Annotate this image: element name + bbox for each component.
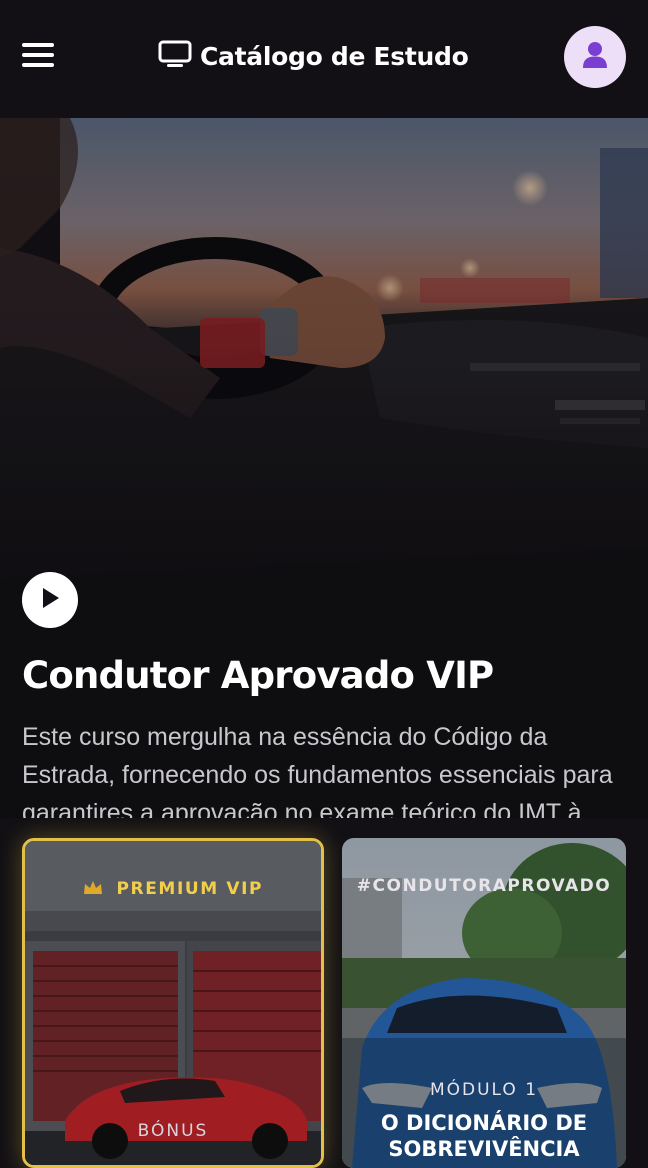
brand: Catálogo de Estudo — [158, 36, 469, 76]
play-icon — [40, 587, 60, 613]
tv-icon — [158, 40, 192, 72]
module-title: O DICIONÁRIO DE SOBREVIVÊNCIA — [380, 1111, 588, 1161]
hero-title: Condutor Aprovado VIP — [22, 654, 494, 697]
top-bar: Catálogo de Estudo — [0, 0, 648, 116]
hero-banner: Condutor Aprovado VIP Este curso mergulh… — [0, 118, 648, 818]
card-label: BÓNUS — [137, 1121, 209, 1141]
play-button[interactable] — [22, 572, 78, 628]
course-card-premium[interactable]: PREMIUM VIP BÓNUS — [22, 838, 324, 1168]
page-title: Catálogo de Estudo — [200, 41, 469, 71]
user-avatar-button[interactable] — [564, 26, 626, 88]
hashtag-badge: #CONDUTORAPROVADO — [356, 876, 612, 896]
hamburger-menu-icon[interactable] — [22, 40, 54, 70]
premium-badge: PREMIUM VIP — [25, 879, 321, 899]
hero-description: Este curso mergulha na essência do Códig… — [22, 723, 613, 818]
hero-background-image — [0, 118, 648, 818]
crown-icon — [83, 879, 111, 899]
module-label: MÓDULO 1 — [429, 1080, 539, 1100]
course-card-module-1[interactable]: #CONDUTORAPROVADO MÓDULO 1 O DICIONÁRIO … — [342, 838, 626, 1168]
user-icon — [582, 41, 608, 73]
